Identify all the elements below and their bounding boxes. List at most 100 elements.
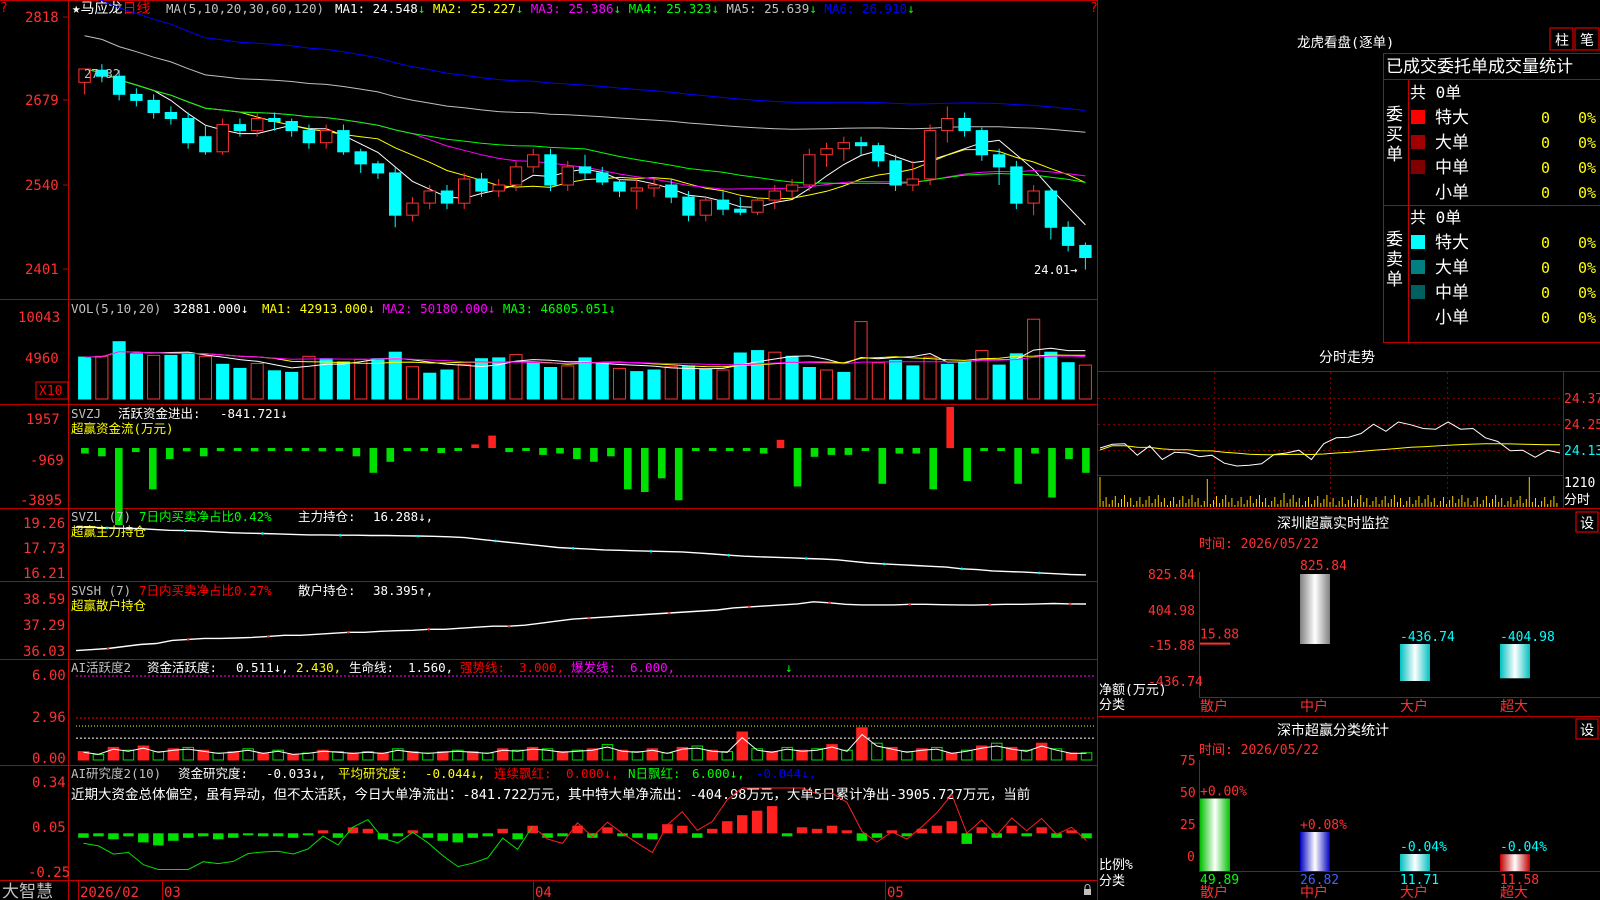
candle-body: [665, 184, 678, 198]
candle-body: [716, 199, 730, 210]
side-char: 单: [1386, 270, 1403, 290]
research-bar: [707, 828, 718, 834]
sz-class-cat-1: 散户: [1200, 884, 1228, 900]
x-label-apr: 04: [535, 885, 552, 900]
vol-bar: [198, 355, 212, 400]
flow-bar: [132, 448, 140, 453]
monitor-bar-label: 15.88: [1200, 628, 1239, 643]
candle-body: [578, 166, 592, 174]
research-bar: [138, 833, 149, 843]
flow-bar: [352, 448, 361, 457]
flow-bar: [471, 444, 479, 448]
row-count: 0: [1541, 259, 1550, 277]
candle-body: [268, 118, 281, 122]
research-bar: [931, 825, 943, 834]
holding-dot: [1038, 571, 1041, 575]
sz-class-y-unit: 比例%: [1099, 858, 1133, 873]
ma-arrow-6: ↓: [907, 1, 915, 16]
ma-label-1: MA1:: [335, 1, 365, 16]
candle-body: [734, 208, 747, 213]
candle-body: [1010, 166, 1023, 204]
candle-body: [1027, 190, 1040, 204]
candle-body: [768, 190, 781, 201]
holding-dot: [261, 532, 264, 535]
sz-monitor-y-unit2: 分类: [1099, 698, 1125, 713]
svzl-value: 16.288↓,: [373, 509, 433, 524]
sz-monitor-y-tick-2: 404.98: [1148, 604, 1195, 619]
row-count: 0: [1541, 309, 1550, 327]
flow-bar: [759, 448, 768, 454]
vol-y-tick-1: 10043: [18, 310, 60, 326]
row-pct: 0%: [1578, 184, 1596, 202]
sz-monitor-y-tick-1: 825.84: [1148, 568, 1195, 583]
svzl-y-axis: 19.26 17.73 16.21: [23, 516, 65, 582]
row-count: 0: [1541, 159, 1550, 177]
vol-bar: [440, 369, 454, 400]
research-bar: [153, 833, 164, 846]
candle-body: [233, 124, 247, 132]
side-char: 委: [1386, 230, 1403, 250]
sell-side-label: 委卖单: [1386, 230, 1403, 290]
sz-monitor-cat-1: 散户: [1200, 698, 1228, 715]
active-bar: [482, 752, 494, 761]
brand-logo: 大智慧: [2, 882, 53, 900]
sz-class-panel: 深市超赢分类统计 设 时间: 2026/05/22 75 50 25 0 比例%…: [1098, 716, 1600, 900]
vol-bar: [613, 367, 627, 400]
research-bar: [347, 827, 359, 834]
svzl-title: SVZL (7): [71, 509, 131, 524]
ma-values: MA1: 24.548↓ MA2: 25.227↓ MA3: 25.386↓ M…: [335, 1, 915, 16]
legend-swatch: [1411, 135, 1425, 149]
candle-body: [682, 196, 695, 216]
research-bar: [213, 833, 224, 840]
research-bar: [557, 833, 568, 837]
vol-bar: [78, 356, 92, 400]
ai-research-label2: 平均研究度:: [338, 766, 408, 781]
buy-total: 共 0单: [1410, 83, 1461, 102]
research-bar: [841, 830, 853, 834]
svzl-label2: 主力持仓:: [298, 509, 356, 524]
vol-ma-label-2: MA2:: [375, 301, 413, 316]
ai-research-value4: 6.000↓,: [692, 766, 745, 781]
intraday-y-tick-3: 24.13: [1564, 444, 1600, 459]
ma-arrow-5: ↓: [809, 1, 817, 16]
vol-bar: [561, 365, 575, 400]
research-bar: [452, 833, 463, 843]
candle-body: [992, 154, 1006, 168]
monitor-bar: [1500, 644, 1530, 679]
side-char: 单: [1386, 145, 1403, 165]
flow-bar: [929, 448, 937, 490]
ai-active-y-tick-1: 6.00: [32, 668, 66, 684]
volume-plot: [78, 318, 1092, 400]
lock-icon[interactable]: [1084, 884, 1091, 895]
svzj-header: SVZJ 活跃资金进出: -841.721↓ 超赢资金流(万元): [71, 406, 288, 436]
flow-bar: [216, 448, 225, 451]
candle-body: [544, 154, 557, 186]
active-bar: [92, 753, 105, 761]
ai-research-title: AI研究度2(10): [71, 766, 161, 781]
svzl-header: SVZL (7) 7日内买卖净占比0.42% 主力持仓: 16.288↓, 超赢…: [71, 509, 433, 539]
legend-swatch: [1411, 285, 1425, 299]
sz-class-plot: +0.00%49.89+0.08%26.82-0.04%11.71-0.04%1…: [1200, 785, 1547, 888]
vol-bar: [906, 365, 920, 400]
vol-bar: [371, 358, 385, 400]
research-bar: [123, 833, 134, 837]
svzj-y-tick-2: -969: [30, 453, 64, 469]
flow-bar: [1048, 448, 1056, 498]
holding-dot: [347, 631, 350, 634]
active-bar: [152, 751, 165, 761]
ma-value-4: 25.323: [659, 1, 712, 16]
vol-bar: [871, 362, 885, 400]
flow-bar: [267, 448, 276, 451]
ai-research-label4: N日飘红:: [628, 766, 681, 781]
active-bar: [347, 752, 359, 761]
research-bar: [392, 833, 404, 837]
active-bar: [631, 751, 644, 761]
research-bar: [332, 833, 344, 838]
vol-bar: [526, 362, 540, 400]
dragon-tiger-header: 已成交委托单成交量统计: [1386, 57, 1573, 77]
row-label: 中单: [1435, 283, 1469, 303]
candle-body: [337, 130, 350, 153]
vol-bar: [854, 321, 868, 400]
low-label: 24.01→: [1034, 263, 1077, 277]
side-char: 买: [1386, 125, 1403, 145]
